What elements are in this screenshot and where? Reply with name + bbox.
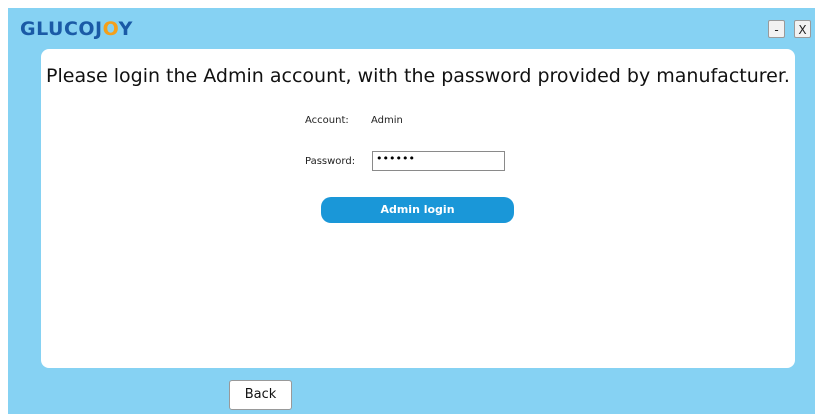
minimize-button[interactable]: - <box>768 20 785 38</box>
glucojoy-logo: GLUCOJOY <box>20 18 133 40</box>
login-panel: Please login the Admin account, with the… <box>41 49 795 368</box>
logo-text-accent: O <box>102 18 119 40</box>
password-label: Password: <box>305 156 356 167</box>
logo-text-part1: GLUCOJ <box>20 18 103 40</box>
back-button[interactable]: Back <box>229 380 292 410</box>
close-button[interactable]: X <box>794 20 811 38</box>
page-title: Please login the Admin account, with the… <box>46 65 790 87</box>
password-field[interactable]: •••••• <box>372 151 505 171</box>
account-label: Account: <box>305 115 349 126</box>
account-value: Admin <box>371 115 403 126</box>
app-window: GLUCOJOY - X Please login the Admin acco… <box>8 8 815 414</box>
logo-text-part3: Y <box>118 18 133 40</box>
admin-login-button[interactable]: Admin login <box>321 197 514 223</box>
